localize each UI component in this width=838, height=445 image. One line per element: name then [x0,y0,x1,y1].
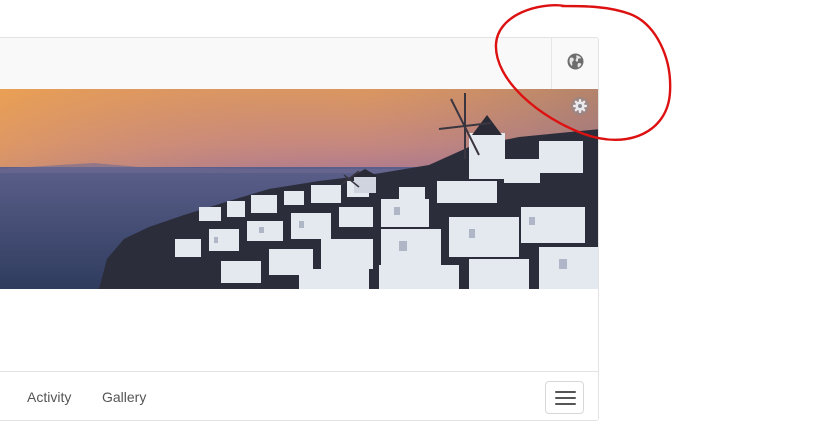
profile-body [0,289,598,371]
cover-photo [0,89,598,289]
globe-icon [567,53,584,75]
profile-nav: Activity Gallery [0,371,598,420]
gear-icon[interactable] [570,96,590,116]
globe-button[interactable] [551,38,598,89]
card-header-bar [0,38,598,90]
profile-card: Activity Gallery [0,37,599,421]
tab-activity[interactable]: Activity [27,372,71,420]
tab-gallery[interactable]: Gallery [102,372,146,420]
menu-toggle-button[interactable] [545,381,584,414]
